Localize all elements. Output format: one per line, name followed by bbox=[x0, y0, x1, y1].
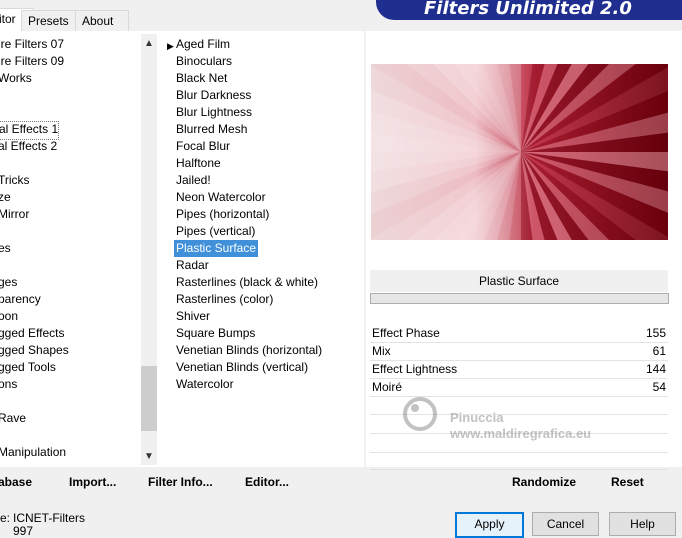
filter-item[interactable]: Neon Watercolor bbox=[176, 189, 266, 206]
param-label: Mix bbox=[372, 344, 391, 358]
filter-item[interactable]: Binoculars bbox=[176, 53, 232, 70]
panel-divider bbox=[364, 31, 366, 467]
filter-item[interactable]: Halftone bbox=[176, 155, 221, 172]
category-item[interactable]: gged Tools bbox=[0, 359, 56, 376]
filter-item[interactable]: Rasterlines (color) bbox=[176, 291, 273, 308]
filter-item[interactable]: Rasterlines (black & white) bbox=[176, 274, 318, 291]
scroll-down-arrow[interactable]: ▼ bbox=[141, 449, 157, 465]
filter-item[interactable]: Square Bumps bbox=[176, 325, 255, 342]
banner-title: Filters Unlimited 2.0 bbox=[424, 0, 632, 19]
cancel-button[interactable]: Cancel bbox=[532, 512, 599, 536]
watermark-name: Pinuccia bbox=[450, 410, 504, 425]
category-item[interactable]: ges bbox=[0, 274, 17, 291]
filter-item[interactable]: Blur Darkness bbox=[176, 87, 251, 104]
filter-item[interactable]: Blur Lightness bbox=[176, 104, 252, 121]
param-value: 144 bbox=[645, 362, 666, 376]
filter-item[interactable]: Pipes (horizontal) bbox=[176, 206, 269, 223]
param-value: 54 bbox=[652, 380, 666, 394]
help-button[interactable]: Help bbox=[609, 512, 676, 536]
status-label: e: bbox=[0, 511, 11, 525]
divider bbox=[370, 452, 668, 453]
category-item[interactable]: gged Effects bbox=[0, 325, 65, 342]
reset-button[interactable]: Reset bbox=[611, 475, 644, 489]
plastic-surface-preview bbox=[371, 64, 668, 240]
param-row[interactable]: Mix 61 bbox=[370, 342, 668, 361]
category-item[interactable]: al Effects 2 bbox=[0, 138, 57, 155]
category-item[interactable]: Manipulation bbox=[0, 444, 66, 461]
filter-item[interactable]: Jailed! bbox=[176, 172, 211, 189]
import-button[interactable]: Import... bbox=[69, 475, 116, 489]
preview-image bbox=[371, 64, 668, 240]
filter-item[interactable]: Venetian Blinds (horizontal) bbox=[176, 342, 322, 359]
category-item[interactable]: Works bbox=[0, 70, 32, 87]
param-label: Effect Lightness bbox=[372, 362, 458, 376]
tab-presets[interactable]: Presets bbox=[21, 10, 83, 31]
effect-title: Plastic Surface bbox=[370, 270, 668, 292]
filter-item[interactable]: Black Net bbox=[176, 70, 227, 87]
param-row[interactable]: Effect Phase 155 bbox=[370, 324, 668, 343]
category-item[interactable]: ire Filters 07 bbox=[0, 36, 64, 53]
filter-item[interactable]: Aged Film bbox=[176, 36, 230, 53]
effect-progress-bar bbox=[370, 293, 669, 304]
status-category: ICNET-Filters bbox=[13, 511, 85, 525]
tab-label: itor bbox=[0, 12, 16, 26]
category-item[interactable]: gged Shapes bbox=[0, 342, 69, 359]
status-count: 997 bbox=[13, 524, 34, 538]
scroll-thumb[interactable] bbox=[141, 366, 157, 431]
category-item[interactable]: ons bbox=[0, 376, 17, 393]
filter-item[interactable]: Shiver bbox=[176, 308, 210, 325]
param-value: 61 bbox=[652, 344, 666, 358]
tab-label: Presets bbox=[28, 14, 69, 28]
watermark-logo-icon bbox=[403, 397, 437, 431]
filter-item[interactable]: Radar bbox=[176, 257, 209, 274]
param-label: Effect Phase bbox=[372, 326, 440, 340]
randomize-button[interactable]: Randomize bbox=[512, 475, 576, 489]
category-item[interactable]: es bbox=[0, 240, 11, 257]
database-button[interactable]: abase bbox=[0, 475, 32, 489]
param-value: 155 bbox=[645, 326, 666, 340]
filter-item[interactable]: Blurred Mesh bbox=[176, 121, 247, 138]
category-item[interactable]: parency bbox=[0, 291, 41, 308]
apply-button[interactable]: Apply bbox=[455, 512, 524, 538]
category-item[interactable]: Tricks bbox=[0, 172, 30, 189]
filter-item[interactable]: Plastic Surface bbox=[174, 240, 259, 257]
filter-item[interactable]: Pipes (vertical) bbox=[176, 223, 255, 240]
category-item[interactable]: oon bbox=[0, 308, 18, 325]
filter-item[interactable]: Focal Blur bbox=[176, 138, 230, 155]
category-item[interactable]: ze bbox=[0, 189, 11, 206]
watermark-url: www.maldiregrafica.eu bbox=[450, 426, 592, 441]
filter-item[interactable]: Watercolor bbox=[176, 376, 234, 393]
tab-label: About bbox=[82, 14, 114, 28]
editor-button[interactable]: Editor... bbox=[245, 475, 289, 489]
filter-expanded-icon: ▶ bbox=[167, 41, 174, 51]
category-item[interactable]: ire Filters 09 bbox=[0, 53, 64, 70]
category-item[interactable]: Mirror bbox=[0, 206, 29, 223]
filter-info-button[interactable]: Filter Info... bbox=[148, 475, 213, 489]
tab-about[interactable]: About bbox=[75, 10, 129, 31]
category-item[interactable]: Rave bbox=[0, 410, 26, 427]
scroll-up-arrow[interactable]: ▲ bbox=[141, 36, 157, 52]
filter-item[interactable]: Venetian Blinds (vertical) bbox=[176, 359, 308, 376]
param-row[interactable]: Effect Lightness 144 bbox=[370, 360, 668, 379]
